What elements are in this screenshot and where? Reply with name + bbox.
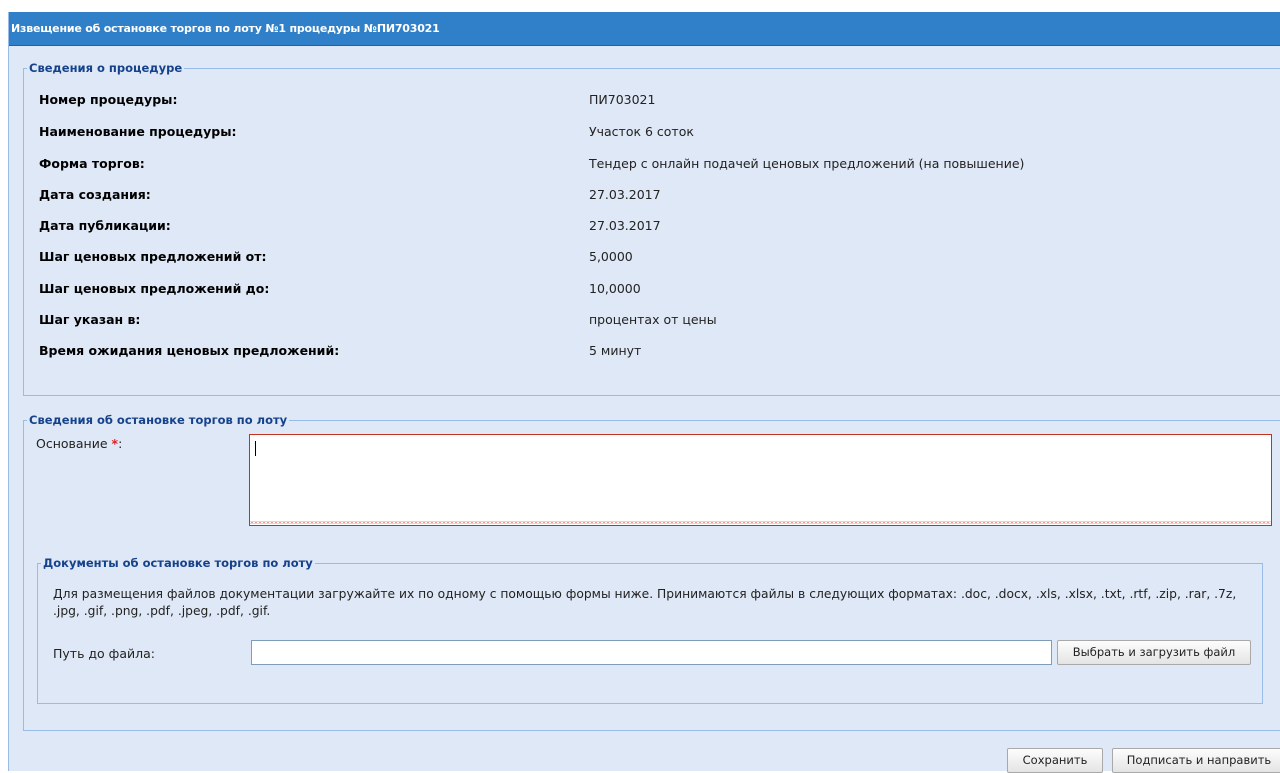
save-button[interactable]: Сохранить: [1007, 748, 1103, 773]
reason-textarea[interactable]: [249, 434, 1272, 526]
notice-window: Извещение об остановке торгов по лоту №1…: [8, 12, 1280, 773]
field-value: 5,0000: [589, 249, 633, 264]
field-label: Номер процедуры:: [39, 92, 178, 107]
window-title: Извещение об остановке торгов по лоту №1…: [11, 22, 440, 35]
field-value: 27.03.2017: [589, 187, 661, 202]
file-path-label: Путь до файла:: [53, 646, 156, 661]
field-value: 5 минут: [589, 343, 642, 358]
field-value: Участок 6 соток: [589, 124, 694, 139]
field-label: Шаг ценовых предложений от:: [39, 249, 267, 264]
field-value: ПИ703021: [589, 92, 656, 107]
field-label: Форма торгов:: [39, 156, 145, 171]
documents-fieldset: Документы об остановке торгов по лоту: [37, 556, 1263, 704]
field-value: 10,0000: [589, 281, 641, 296]
upload-file-button[interactable]: Выбрать и загрузить файл: [1057, 640, 1251, 665]
validation-underline: [250, 521, 1271, 524]
stop-info-legend: Сведения об остановке торгов по лоту: [29, 413, 288, 427]
field-label: Время ожидания ценовых предложений:: [39, 343, 340, 358]
field-label: Наименование процедуры:: [39, 124, 237, 139]
reason-label: Основание *:: [36, 436, 122, 451]
documents-description: Для размещения файлов документации загру…: [53, 587, 1237, 618]
window-titlebar: Извещение об остановке торгов по лоту №1…: [9, 12, 1280, 46]
sign-and-send-button[interactable]: Подписать и направить: [1112, 748, 1280, 773]
field-value: Тендер с онлайн подачей ценовых предложе…: [589, 156, 1025, 171]
reason-label-suffix: :: [118, 436, 123, 451]
field-label: Дата создания:: [39, 187, 151, 202]
field-label: Шаг указан в:: [39, 312, 141, 327]
field-value: 27.03.2017: [589, 218, 661, 233]
field-label: Дата публикации:: [39, 218, 171, 233]
documents-legend: Документы об остановке торгов по лоту: [43, 556, 313, 570]
procedure-info-legend: Сведения о процедуре: [29, 61, 183, 75]
text-caret: [255, 441, 256, 456]
reason-label-text: Основание: [36, 436, 108, 451]
field-label: Шаг ценовых предложений до:: [39, 281, 270, 296]
field-value: процентах от цены: [589, 312, 717, 327]
file-path-input[interactable]: [251, 640, 1052, 665]
